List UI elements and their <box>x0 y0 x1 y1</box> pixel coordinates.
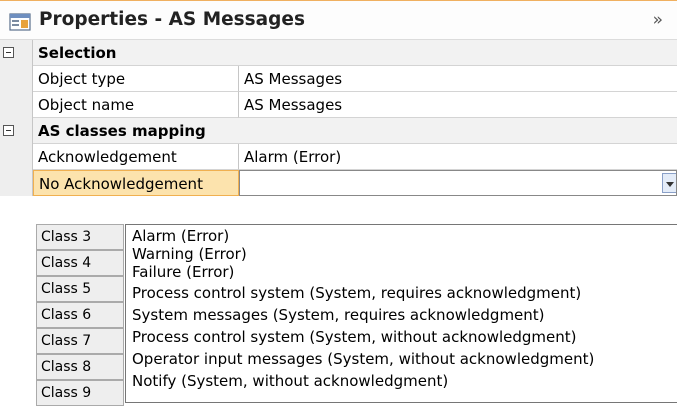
row-gutter <box>0 144 33 170</box>
property-name: No Acknowledgement <box>33 170 239 196</box>
property-value[interactable]: Alarm (Error) <box>239 144 677 170</box>
collapse-panel-button[interactable]: » <box>653 10 663 30</box>
dropdown-option[interactable]: Process control system (System, requires… <box>132 284 581 302</box>
properties-title-bar: Properties - AS Messages » <box>0 0 677 40</box>
dropdown-option[interactable]: Alarm (Error) <box>132 227 229 245</box>
property-row-no-acknowledgement[interactable]: No Acknowledgement <box>0 170 677 196</box>
row-gutter <box>0 118 33 144</box>
dropdown-arrow-icon[interactable] <box>662 173 676 193</box>
collapse-toggle-icon[interactable] <box>3 47 14 58</box>
dropdown-option[interactable]: System messages (System, requires acknow… <box>132 306 545 324</box>
row-gutter <box>0 66 33 92</box>
property-value[interactable]: AS Messages <box>239 92 677 118</box>
dropdown-option[interactable]: Notify (System, without acknowledgment) <box>132 372 448 390</box>
category-row-as-classes-mapping: AS classes mapping <box>0 118 677 144</box>
collapse-toggle-icon[interactable] <box>3 125 14 136</box>
dropdown-option[interactable]: Process control system (System, without … <box>132 328 577 346</box>
row-gutter <box>0 40 33 66</box>
category-row-selection: Selection <box>0 40 677 66</box>
property-value[interactable]: AS Messages <box>239 66 677 92</box>
row-gutter <box>0 170 33 196</box>
class-row-6[interactable]: Class 6 <box>36 302 124 328</box>
class-row-5[interactable]: Class 5 <box>36 276 124 302</box>
property-name: Object type <box>33 66 239 92</box>
dropdown-option[interactable]: Operator input messages (System, without… <box>132 350 594 368</box>
value-dropdown-editor[interactable] <box>239 170 677 196</box>
class-row-8[interactable]: Class 8 <box>36 354 124 380</box>
class-row-7[interactable]: Class 7 <box>36 328 124 354</box>
category-header: AS classes mapping <box>33 118 677 144</box>
property-name: Acknowledgement <box>33 144 239 170</box>
class-row-4[interactable]: Class 4 <box>36 250 124 276</box>
class-row-9[interactable]: Class 9 <box>36 380 124 406</box>
property-name: Object name <box>33 92 239 118</box>
panel-title: Properties - AS Messages <box>39 9 305 30</box>
category-header: Selection <box>33 40 677 66</box>
property-row-object-name[interactable]: Object name AS Messages <box>0 92 677 118</box>
property-row-object-type[interactable]: Object type AS Messages <box>0 66 677 92</box>
dropdown-options-list[interactable]: Alarm (Error) Warning (Error) Failure (E… <box>125 224 677 403</box>
class-row-3[interactable]: Class 3 <box>36 224 124 250</box>
properties-window-icon <box>9 13 31 31</box>
dropdown-option[interactable]: Failure (Error) <box>132 263 234 281</box>
row-gutter <box>0 92 33 118</box>
dropdown-option[interactable]: Warning (Error) <box>132 245 247 263</box>
property-row-acknowledgement[interactable]: Acknowledgement Alarm (Error) <box>0 144 677 170</box>
